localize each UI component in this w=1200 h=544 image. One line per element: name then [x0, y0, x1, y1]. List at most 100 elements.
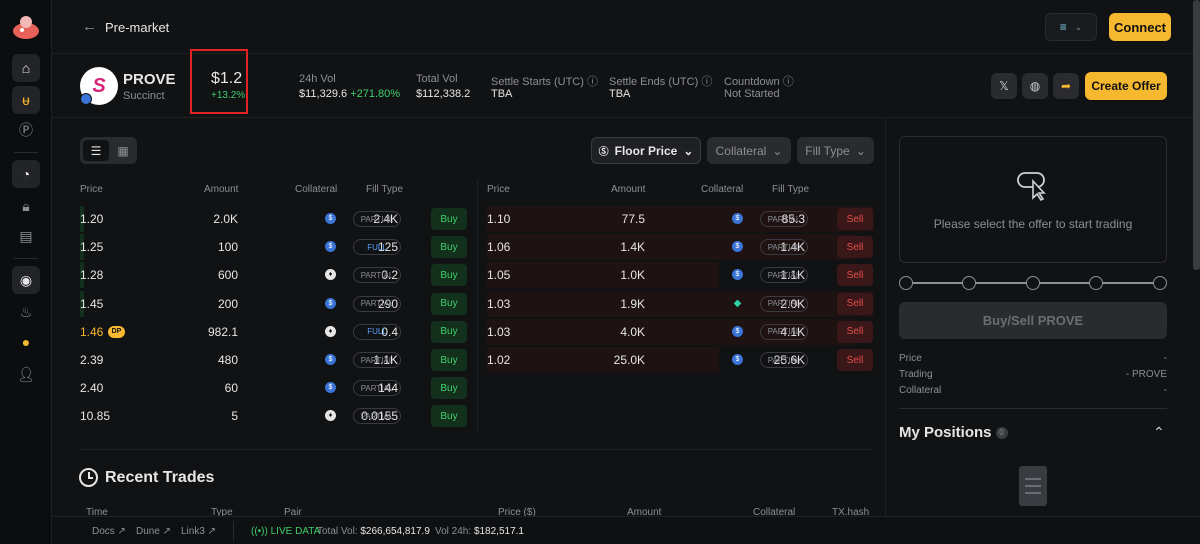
globe-icon[interactable]: ◍: [1022, 73, 1048, 99]
settle-starts-label: Settle Starts (UTC) ⓘ: [491, 76, 598, 88]
token-name: Succinct: [123, 90, 165, 102]
share-icon[interactable]: ➦: [1053, 73, 1079, 99]
top-bar: ← Pre-market ≡ ⌄ Connect: [52, 0, 1200, 54]
collateral-filter[interactable]: Collateral ⌄: [707, 137, 791, 164]
buy-button[interactable]: Buy: [431, 349, 467, 371]
order-amount: 4.0K: [620, 324, 645, 339]
slider-step-50[interactable]: [1026, 276, 1040, 290]
slider-step-25[interactable]: [962, 276, 976, 290]
fill-type-badge: PARTIAL: [353, 408, 401, 425]
sidebar: ⌂ ᵾ Ⓟ ◔ 🔒︎ ▤ ◉ ♨ ● 👤︎: [0, 0, 52, 544]
sell-button[interactable]: Sell: [837, 236, 873, 259]
buy-order-row[interactable]: 1.46 DP 982.1 0.4 ♦ FULL Buy: [80, 318, 468, 346]
buy-button[interactable]: Buy: [431, 377, 467, 400]
app-logo[interactable]: [10, 12, 42, 42]
fill-type-filter[interactable]: Fill Type ⌄: [797, 137, 874, 164]
sell-button[interactable]: Sell: [837, 320, 873, 343]
offer-placeholder-panel: Please select the offer to start trading: [899, 136, 1167, 263]
countdown-value: Not Started: [724, 88, 780, 100]
sell-button[interactable]: Sell: [837, 208, 873, 230]
solana-icon: ≡: [1059, 20, 1067, 34]
x-twitter-icon[interactable]: 𝕏: [991, 73, 1017, 99]
order-price: 1.03: [487, 296, 511, 311]
buy-button[interactable]: Buy: [431, 320, 467, 343]
floor-price-filter[interactable]: Ⓢ Floor Price ⌄: [591, 137, 701, 164]
buy-button[interactable]: Buy: [431, 236, 467, 259]
points-icon[interactable]: Ⓟ: [12, 116, 40, 144]
order-price: 1.02: [487, 353, 511, 367]
connect-button[interactable]: Connect: [1109, 13, 1171, 41]
total-vol-value: $112,338.2: [416, 88, 471, 100]
coin-icon[interactable]: ●: [12, 328, 40, 356]
back-arrow-icon[interactable]: ←: [82, 18, 97, 35]
create-offer-button[interactable]: Create Offer: [1085, 72, 1167, 100]
lock-icon[interactable]: 🔒︎: [12, 192, 40, 220]
rewards-icon[interactable]: ◉: [12, 266, 40, 294]
footer-total-vol: Total Vol: $266,654,817.9: [317, 526, 430, 537]
link3-link[interactable]: Link3 ↗: [181, 526, 216, 537]
page-title: Pre-market: [105, 20, 170, 35]
docs-link[interactable]: Docs ↗: [92, 526, 126, 537]
dune-link[interactable]: Dune ↗: [136, 526, 171, 537]
piggy-bank-icon[interactable]: ♨: [12, 298, 40, 326]
order-amount: 1.0K: [620, 268, 645, 283]
order-amount: 60: [224, 381, 238, 396]
grid-view-icon[interactable]: ▦: [111, 140, 135, 161]
user-check-icon[interactable]: 👤︎: [12, 360, 40, 388]
dashboard-icon[interactable]: ◔: [12, 160, 40, 188]
panel-divider: [885, 118, 886, 516]
settle-ends-label: Settle Ends (UTC) ⓘ: [609, 76, 713, 88]
order-price: 1.20: [80, 212, 104, 226]
price-change: +13.2%: [211, 90, 246, 101]
buy-order-row[interactable]: 1.28 600 0.2 ♦ PARTIAL Buy: [80, 261, 468, 289]
buy-sell-button[interactable]: Buy/Sell PROVE: [899, 302, 1167, 339]
slider-step-0[interactable]: [899, 276, 913, 290]
order-price: 1.05: [487, 268, 511, 283]
vol24-change: +271.80%: [350, 88, 401, 100]
markets-icon[interactable]: ⌂: [12, 54, 40, 82]
buy-button[interactable]: Buy: [431, 292, 467, 315]
buy-order-row[interactable]: 2.40 60 144 $ PARTIAL Buy: [80, 374, 468, 402]
buy-button[interactable]: Buy: [431, 208, 467, 230]
sell-button[interactable]: Sell: [837, 292, 873, 315]
sell-header-collateral: Collateral: [701, 184, 744, 195]
eth-coin-icon: ♦: [325, 325, 336, 337]
amount-slider[interactable]: [899, 276, 1167, 290]
chain-selector[interactable]: ≡ ⌄: [1045, 13, 1097, 41]
premarket-icon[interactable]: ᵾ: [12, 86, 40, 114]
order-amount: 1.4K: [620, 240, 645, 255]
order-price: 1.25: [80, 240, 104, 255]
buy-order-row[interactable]: 10.85 5 0.0155 ♦ PARTIAL Buy: [80, 402, 468, 430]
buy-order-row[interactable]: 1.20 2.0K 2.4K $ PARTIAL Buy: [80, 205, 468, 233]
slider-step-100[interactable]: [1153, 276, 1167, 290]
total-vol-label: Total Vol: [416, 73, 458, 85]
list-view-icon[interactable]: ☰: [83, 140, 109, 161]
buy-button[interactable]: Buy: [431, 264, 467, 287]
slider-step-75[interactable]: [1089, 276, 1103, 290]
buy-order-row[interactable]: 1.45 200 290 $ PARTIAL Buy: [80, 290, 468, 318]
fill-type-badge: PARTIAL: [760, 323, 808, 340]
sell-header-amount: Amount: [611, 184, 646, 195]
scrollbar[interactable]: [1193, 0, 1200, 270]
sell-button[interactable]: Sell: [837, 349, 873, 371]
sell-order-row[interactable]: 1.02 25.0K 25.6K $ PARTIAL Sell: [487, 346, 874, 374]
sell-button[interactable]: Sell: [837, 264, 873, 287]
sell-order-row[interactable]: 1.10 77.5 85.3 $ PARTIAL Sell: [487, 205, 874, 233]
countdown-label: Countdown ⓘ: [724, 76, 794, 88]
chevron-down-icon: ⌄: [855, 143, 866, 158]
buy-order-row[interactable]: 2.39 480 1.1K $ PARTIAL Buy: [80, 346, 468, 374]
sell-order-row[interactable]: 1.06 1.4K 1.4K $ PARTIAL Sell: [487, 233, 874, 261]
positions-title: My Positions 0: [899, 424, 1008, 441]
chevron-up-icon[interactable]: ⌃: [1153, 424, 1165, 441]
sell-order-row[interactable]: 1.05 1.0K 1.1K $ PARTIAL Sell: [487, 261, 874, 289]
live-data-indicator: ((•)) LIVE DATA: [251, 526, 321, 537]
vol24-value: $11,329.6 +271.80%: [299, 88, 401, 100]
offer-placeholder-text: Please select the offer to start trading: [933, 217, 1133, 231]
buy-order-row[interactable]: 1.25 100 125 $ FULL Buy: [80, 233, 468, 261]
sell-order-row[interactable]: 1.03 4.0K 4.1K $ PARTIAL Sell: [487, 318, 874, 346]
buy-button[interactable]: Buy: [431, 405, 467, 428]
chevron-down-icon: ⌄: [683, 143, 694, 158]
sell-order-row[interactable]: 1.03 1.9K 2.0K ◆ PARTIAL Sell: [487, 290, 874, 318]
order-amount: 77.5: [621, 212, 645, 226]
document-icon[interactable]: ▤: [12, 222, 40, 250]
